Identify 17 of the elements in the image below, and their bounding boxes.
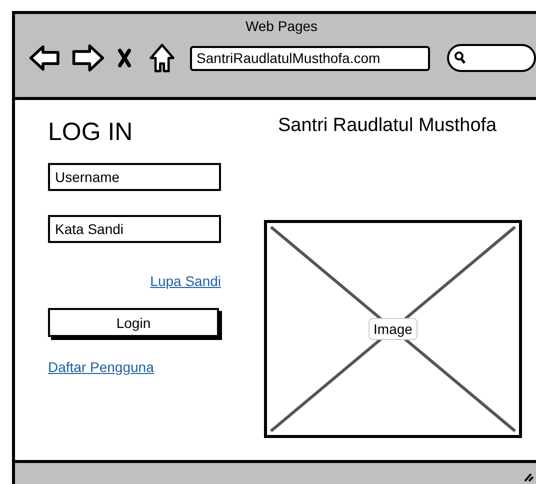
forward-arrow-icon[interactable] <box>70 42 104 74</box>
image-label: Image <box>368 318 418 340</box>
login-heading: LOG IN <box>48 118 133 147</box>
forgot-password-link[interactable]: Lupa Sandi <box>150 273 221 289</box>
back-arrow-icon[interactable] <box>29 43 61 73</box>
window-title: Web Pages <box>245 18 318 34</box>
input-field[interactable]: Username <box>48 163 221 191</box>
login-button[interactable]: Login <box>48 308 219 337</box>
search-icon <box>454 51 466 65</box>
close-icon[interactable] <box>118 48 132 68</box>
site-title: Santri Raudlatul Musthofa <box>278 115 498 137</box>
address-field[interactable]: SantriRaudlatulMusthofa.com <box>190 46 430 70</box>
search-field[interactable] <box>447 44 536 72</box>
register-link[interactable]: Daftar Pengguna <box>48 359 154 375</box>
input-field[interactable]: Kata Sandi <box>48 215 221 243</box>
resize-grip-icon[interactable] <box>524 472 534 482</box>
home-icon[interactable] <box>149 42 176 74</box>
